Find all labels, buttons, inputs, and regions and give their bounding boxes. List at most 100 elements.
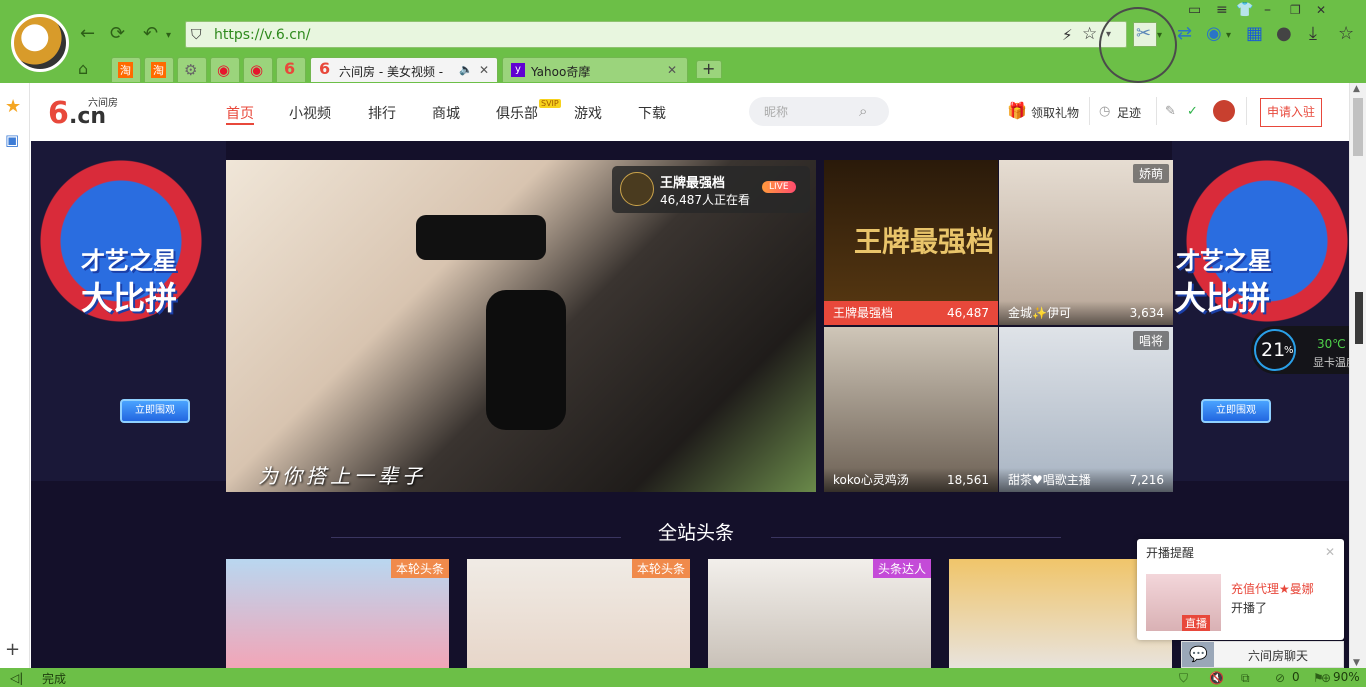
logo-sub: 六间房 [88,98,118,109]
live-notification-popup[interactable]: 开播提醒 ✕ 直播 充值代理★曼娜 开播了 [1137,539,1344,640]
floating-scroll-handle[interactable] [1355,292,1363,344]
gauge-percent: 21 [1261,339,1286,361]
host-name: 王牌最强档 [660,176,726,191]
favorites-star-icon[interactable]: ★ [5,97,21,117]
live-video-player[interactable]: 王牌最强档 46,487人正在看 LIVE 为你搭上一辈子 [226,160,816,492]
calculator-icon[interactable]: ▦ [1246,24,1263,44]
back-icon[interactable]: ← [80,24,95,44]
nav-download[interactable]: 下载 [638,103,666,123]
scroll-up-icon[interactable]: ▲ [1353,79,1360,99]
mini-tab-taobao-1[interactable]: 淘 [111,57,141,82]
translate-icon[interactable]: ⇄ [1177,24,1192,44]
room-tile[interactable]: 唱将 甜茶♥唱歌主播 7,216 [999,327,1173,492]
download-icon[interactable]: ⤓ [1309,24,1317,44]
tab-6cn[interactable]: 6 六间房 - 美女视频 - 🔈 ✕ [310,57,498,82]
shield-icon: ⛉ [191,27,202,43]
sync-dropdown-icon[interactable]: ▾ [1226,26,1231,46]
scroll-thumb[interactable] [1353,98,1363,156]
refresh-icon[interactable]: ⟳ [110,24,125,44]
avatar[interactable] [1213,100,1235,122]
nav-short-video[interactable]: 小视频 [289,103,331,123]
home-icon[interactable]: ⌂ [78,59,88,79]
minimize-icon[interactable]: – [1264,0,1271,20]
chat-bar[interactable]: 💬 六间房聊天 [1181,641,1344,668]
nav-club[interactable]: 俱乐部 [496,103,538,123]
headline-card[interactable]: 头条达人 [708,559,931,668]
status-text: 完成 [42,672,67,686]
page-scrollbar[interactable]: ▲ ▼ [1349,83,1366,668]
section-title: 全站头条 [658,522,735,544]
banner-title-2: 大比拼 [1174,279,1271,317]
lightning-icon[interactable]: ⚡ [1062,25,1073,45]
close-tab-icon[interactable]: ✕ [667,60,677,80]
left-banner[interactable]: 才艺之星 大比拼 立即围观 [31,141,226,481]
more-icon[interactable]: ● [1276,24,1292,44]
live-info-card[interactable]: 王牌最强档 46,487人正在看 LIVE [612,166,810,213]
search-icon[interactable]: ⌕ [859,101,867,121]
room-tile[interactable]: koko心灵鸡汤 18,561 [824,327,998,492]
new-tab-button[interactable]: + [696,59,722,78]
room-tile[interactable]: 娇萌 金城✨伊可 3,634 [999,160,1173,325]
sync-icon[interactable]: ◉ [1206,24,1222,44]
gift-link[interactable]: 领取礼物 [1031,104,1079,121]
add-icon[interactable]: + [5,640,20,660]
footprint-link[interactable]: 足迹 [1117,104,1141,121]
audio-icon[interactable]: 🔈 [459,60,473,80]
panel-toggle-icon[interactable]: ◁| [10,668,23,687]
search-placeholder[interactable]: 昵称 [764,103,788,120]
skin-icon[interactable]: 👕 [1236,0,1253,20]
close-tab-icon[interactable]: ✕ [479,60,489,80]
block-icon[interactable]: ⊘ [1275,668,1285,687]
close-popup-icon[interactable]: ✕ [1325,542,1335,562]
site-logo[interactable]: 6 .cn 六间房 [48,94,128,134]
gauge-unit: % [1284,345,1294,356]
nav-ranking[interactable]: 排行 [368,103,396,123]
undo-dropdown-icon[interactable]: ▾ [166,26,171,46]
undo-icon[interactable]: ↶ [143,24,158,44]
window-icon[interactable]: ⧉ [1241,668,1250,687]
popup-name[interactable]: 充值代理★曼娜 [1231,580,1314,597]
mini-tab-6cn[interactable]: 6 [276,57,306,82]
check-circle-icon[interactable]: ✓ [1187,102,1198,122]
restore-icon[interactable]: ❐ [1290,0,1301,20]
headline-card[interactable]: 本轮头条 [226,559,449,668]
weibo-icon: ◉ [250,61,264,79]
menu-icon[interactable]: ≡ [1216,0,1228,20]
room-tile[interactable]: 王牌最强档 王牌最强档 46,487 [824,160,998,325]
sunglasses [416,215,546,260]
watch-button-left[interactable]: 立即围观 [120,399,190,423]
close-window-icon[interactable]: ✕ [1316,0,1326,20]
zoom-level[interactable]: 90% [1333,670,1360,684]
right-banner[interactable]: 才艺之星 大比拼 立即围观 [1172,141,1349,481]
browser-chrome: ← ⟳ ↶ ▾ ⛉ https://v.6.cn/ ⚡ ☆ ▾ ✂ ▾ ⇄ ◉ … [0,0,1366,83]
star-icon[interactable]: ☆ [1082,24,1097,44]
zoom-icon[interactable]: ⊕ [1321,668,1331,687]
watch-button-right[interactable]: 立即围观 [1201,399,1271,423]
gift-icon[interactable]: 🎁 [1007,101,1027,121]
nav-mall[interactable]: 商城 [432,103,460,123]
browser-logo-icon[interactable] [11,14,69,72]
tile-count: 3,634 [1129,306,1164,320]
join-button[interactable]: 申请入驻 [1260,98,1322,127]
edit-icon[interactable]: ✎ [1165,102,1176,122]
tab-yahoo[interactable]: y Yahoo奇摩 ✕ [502,57,688,82]
mini-tab-taobao-2[interactable]: 淘 [144,57,174,82]
headline-card[interactable]: 本轮头条 [467,559,690,668]
mini-tab-settings[interactable]: ⚙ [177,57,207,82]
popup-thumbnail[interactable]: 直播 [1146,574,1221,631]
site-search[interactable]: 昵称 ⌕ [749,97,889,126]
mini-tab-weibo-1[interactable]: ◉ [210,57,240,82]
shield-check-icon[interactable]: ⛉ [1179,668,1188,687]
nav-games[interactable]: 游戏 [574,103,602,123]
address-bar[interactable]: ⛉ https://v.6.cn/ ⚡ ☆ ▾ [185,21,1127,48]
url-text[interactable]: https://v.6.cn/ [214,27,310,43]
nav-home[interactable]: 首页 [226,103,254,123]
status-count: 0 [1292,670,1300,684]
favorites-icon[interactable]: ☆ [1338,24,1354,44]
sidebar-toggle-icon[interactable]: ▭ [1188,0,1201,20]
divider [1246,97,1247,125]
browser-sidebar: ★ ▣ + [0,83,30,668]
mini-tab-weibo-2[interactable]: ◉ [243,57,273,82]
mute-icon[interactable]: 🔇 [1209,668,1224,687]
screen-icon[interactable]: ▣ [5,130,19,150]
